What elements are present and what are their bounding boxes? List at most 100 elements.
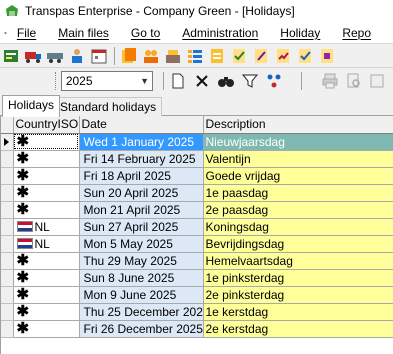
delete-icon[interactable] — [193, 72, 211, 90]
description-cell[interactable]: Nieuwjaarsdag — [203, 133, 393, 151]
year-select[interactable]: 2025 ▼ — [60, 71, 153, 91]
date-cell[interactable]: Mon 9 June 2025 — [79, 286, 204, 304]
date-cell[interactable]: Thu 29 May 2025 — [79, 252, 204, 270]
table-row[interactable]: ✱ Fri 26 December 2025 2e kerstdag — [1, 320, 393, 338]
country-cell[interactable]: ✱ — [13, 184, 80, 202]
country-cell[interactable]: NL — [13, 235, 80, 253]
menu-file[interactable]: File — [17, 26, 36, 40]
country-cell[interactable]: ✱ — [13, 150, 80, 168]
table-row[interactable]: ✱ Sun 20 April 2025 1e paasdag — [1, 184, 393, 202]
description-cell[interactable]: 2e kerstdag — [203, 320, 393, 338]
country-cell[interactable]: ✱ — [13, 201, 80, 219]
table-row[interactable]: NL Mon 5 May 2025 Bevrijdingsdag — [1, 235, 393, 253]
row-indicator[interactable] — [1, 218, 14, 236]
export-icon[interactable] — [369, 72, 387, 90]
row-indicator[interactable] — [1, 235, 14, 253]
country-cell[interactable]: ✱ — [13, 133, 80, 151]
tab-holidays[interactable]: Holidays — [2, 95, 61, 117]
country-cell[interactable]: ✱ — [13, 320, 80, 338]
tab-standard-holidays[interactable]: Standard holidays — [54, 97, 163, 116]
description-cell[interactable]: Valentijn — [203, 150, 393, 168]
description-cell[interactable]: 2e paasdag — [203, 201, 393, 219]
date-cell[interactable]: Sun 20 April 2025 — [79, 184, 204, 202]
print-preview-icon[interactable] — [345, 72, 363, 90]
driver-icon[interactable] — [68, 47, 86, 65]
table-row[interactable]: NL Sun 27 April 2025 Koningsdag — [1, 218, 393, 236]
country-cell[interactable]: ✱ — [13, 286, 80, 304]
description-cell[interactable]: Goede vrijdag — [203, 167, 393, 185]
description-cell[interactable]: Hemelvaartsdag — [203, 252, 393, 270]
description-cell[interactable]: 1e pinksterdag — [203, 269, 393, 287]
date-cell[interactable]: Thu 25 December 2025 — [79, 303, 204, 321]
approve-document-icon[interactable] — [296, 47, 314, 65]
row-indicator[interactable] — [1, 167, 14, 185]
list-icon[interactable] — [186, 47, 204, 65]
date-cell[interactable]: Mon 5 May 2025 — [79, 235, 204, 253]
table-row[interactable]: ✱ Wed 1 January 2025 Nieuwjaarsdag — [1, 133, 393, 151]
menu-holiday[interactable]: Holiday — [280, 26, 320, 40]
table-row[interactable]: ✱ Thu 25 December 2025 1e kerstdag — [1, 303, 393, 321]
trailer-icon[interactable] — [46, 47, 64, 65]
description-cell[interactable]: Koningsdag — [203, 218, 393, 236]
row-indicator[interactable] — [1, 150, 14, 168]
menu-administration[interactable]: Administration — [182, 26, 258, 40]
row-indicator[interactable] — [1, 252, 14, 270]
description-cell[interactable]: 2e pinksterdag — [203, 286, 393, 304]
date-cell[interactable]: Wed 1 January 2025 — [79, 133, 204, 151]
country-cell[interactable]: ✱ — [13, 303, 80, 321]
date-cell[interactable]: Fri 18 April 2025 — [79, 167, 204, 185]
new-document-icon[interactable] — [169, 72, 187, 90]
table-row[interactable]: ✱ Thu 29 May 2025 Hemelvaartsdag — [1, 252, 393, 270]
asterisk-icon: ✱ — [16, 269, 30, 286]
column-header-description[interactable]: Description — [203, 116, 393, 134]
date-cell[interactable]: Fri 26 December 2025 — [79, 320, 204, 338]
planning-board-icon[interactable] — [2, 47, 20, 65]
table-row[interactable]: ✱ Mon 21 April 2025 2e paasdag — [1, 201, 393, 219]
row-indicator[interactable] — [1, 201, 14, 219]
table-row[interactable]: ✱ Sun 8 June 2025 1e pinksterdag — [1, 269, 393, 287]
relations-icon[interactable] — [142, 47, 160, 65]
column-header-country[interactable]: CountryISO — [13, 116, 80, 134]
checked-document-icon[interactable] — [230, 47, 248, 65]
orders-icon[interactable] — [120, 47, 138, 65]
row-indicator[interactable] — [1, 269, 14, 287]
truck-icon[interactable] — [24, 47, 42, 65]
binoculars-icon[interactable] — [217, 72, 235, 90]
date-cell[interactable]: Sun 8 June 2025 — [79, 269, 204, 287]
date-cell[interactable]: Fri 14 February 2025 — [79, 150, 204, 168]
signed-document-icon[interactable] — [274, 47, 292, 65]
table-row[interactable]: ✱ Fri 18 April 2025 Goede vrijdag — [1, 167, 393, 185]
date-cell[interactable]: Sun 27 April 2025 — [79, 218, 204, 236]
sort-icon[interactable] — [265, 72, 283, 90]
row-indicator[interactable] — [1, 303, 14, 321]
description-cell[interactable]: 1e kerstdag — [203, 303, 393, 321]
edit-document-icon[interactable] — [252, 47, 270, 65]
menu-reports[interactable]: Repo — [342, 26, 371, 40]
country-cell[interactable]: ✱ — [13, 167, 80, 185]
chevron-down-icon[interactable]: ▼ — [140, 76, 149, 86]
menu-go-to[interactable]: Go to — [131, 26, 160, 40]
menu-main-files[interactable]: Main files — [58, 26, 109, 40]
row-indicator[interactable] — [1, 320, 14, 338]
calendar-icon[interactable] — [90, 47, 108, 65]
country-cell[interactable]: NL — [13, 218, 80, 236]
filter-icon[interactable] — [241, 72, 259, 90]
more-documents-icon[interactable] — [318, 47, 336, 65]
row-indicator[interactable] — [1, 286, 14, 304]
description-cell[interactable]: 1e paasdag — [203, 184, 393, 202]
country-cell[interactable]: ✱ — [13, 252, 80, 270]
cargo-icon[interactable] — [164, 47, 182, 65]
print-icon[interactable] — [321, 72, 339, 90]
country-cell[interactable]: ✱ — [13, 269, 80, 287]
toolbar-separator — [163, 72, 164, 90]
row-indicator[interactable] — [1, 184, 14, 202]
report-icon[interactable] — [208, 47, 226, 65]
date-cell[interactable]: Mon 21 April 2025 — [79, 201, 204, 219]
toolbar-grip[interactable] — [55, 72, 58, 90]
document-menu-icon[interactable] — [4, 25, 7, 41]
row-indicator[interactable] — [1, 133, 14, 151]
description-cell[interactable]: Bevrijdingsdag — [203, 235, 393, 253]
column-header-date[interactable]: Date — [79, 116, 204, 134]
table-row[interactable]: ✱ Fri 14 February 2025 Valentijn — [1, 150, 393, 168]
table-row[interactable]: ✱ Mon 9 June 2025 2e pinksterdag — [1, 286, 393, 304]
